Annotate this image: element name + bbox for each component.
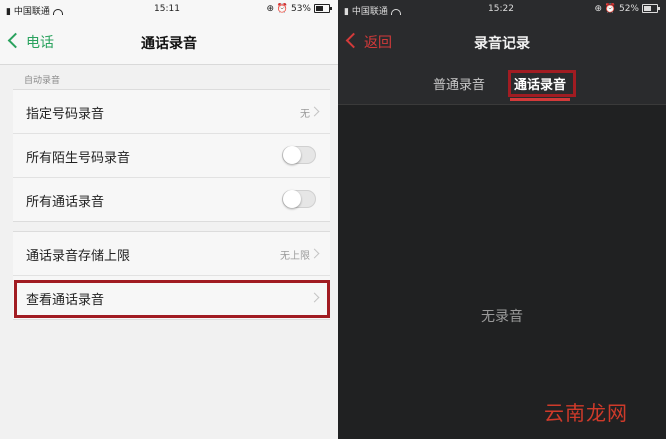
chevron-right-icon — [309, 106, 320, 117]
right-phone-screen: ▮ 中国联通 15:22 ⊕ ⏰ 52% 返回 录音记录 普通录音 通话录音 无… — [338, 0, 666, 439]
wifi-icon — [390, 8, 401, 15]
wifi-icon — [52, 8, 63, 15]
alarm-icon: ⏰ — [276, 4, 289, 14]
stranger-number-record-row: 所有陌生号码录音 — [13, 134, 330, 178]
section-label: 自动录音 — [24, 76, 61, 86]
carrier-label: 中国联通 — [13, 7, 50, 17]
row-label: 所有通话录音 — [26, 195, 105, 210]
signal-carrier: ▮ 中国联通 — [6, 4, 63, 17]
row-label: 指定号码录音 — [26, 107, 105, 122]
empty-state-text: 无录音 — [481, 309, 523, 325]
battery-icon — [314, 4, 332, 13]
status-time: 15:11 — [154, 4, 180, 14]
auto-record-group: 指定号码录音 无 所有陌生号码录音 所有通话录音 — [13, 89, 330, 222]
row-value: 无 — [300, 109, 310, 120]
alarm-icon: ⏰ — [604, 4, 617, 14]
status-bar: ▮ 中国联通 15:22 ⊕ ⏰ 52% — [338, 0, 666, 20]
nav-bar: 返回 录音记录 — [338, 20, 666, 64]
row-value: 无上限 — [280, 251, 310, 262]
all-calls-record-row: 所有通话录音 — [13, 178, 330, 221]
toggle-knob — [283, 146, 301, 164]
nav-bar: 电话 通话录音 — [0, 20, 338, 65]
battery-percent: 52% — [618, 4, 639, 14]
active-tab-indicator — [510, 98, 570, 101]
status-right: ⊕ ⏰ 53% — [266, 4, 332, 14]
signal-carrier: ▮ 中国联通 — [344, 4, 401, 17]
page-title: 通话录音 — [141, 36, 197, 52]
page-title: 录音记录 — [474, 36, 530, 52]
status-bar: ▮ 中国联通 15:11 ⊕ ⏰ 53% — [0, 0, 338, 20]
toggle-knob — [283, 190, 301, 208]
lock-rotation-icon: ⊕ — [594, 4, 603, 14]
tab-bar: 普通录音 通话录音 — [338, 64, 666, 105]
all-calls-record-toggle[interactable] — [282, 190, 316, 208]
signal-icon: ▮ — [344, 7, 349, 17]
chevron-right-icon — [309, 248, 320, 259]
watermark: 云南龙网 — [544, 401, 628, 425]
tab-normal-recordings[interactable]: 普通录音 — [433, 74, 485, 93]
carrier-label: 中国联通 — [351, 7, 388, 17]
storage-limit-row[interactable]: 通话录音存储上限 无上限 — [13, 232, 330, 276]
lock-rotation-icon: ⊕ — [266, 4, 275, 14]
status-right: ⊕ ⏰ 52% — [594, 4, 660, 14]
row-label: 通话录音存储上限 — [26, 249, 131, 264]
row-label: 所有陌生号码录音 — [26, 151, 131, 166]
stranger-record-toggle[interactable] — [282, 146, 316, 164]
status-time: 15:22 — [488, 4, 514, 14]
battery-icon — [642, 4, 660, 13]
highlight-box — [14, 280, 330, 318]
highlight-box — [508, 70, 576, 97]
specified-number-record-row[interactable]: 指定号码录音 无 — [13, 90, 330, 134]
signal-icon: ▮ — [6, 7, 11, 17]
left-phone-screen: ▮ 中国联通 15:11 ⊕ ⏰ 53% 电话 通话录音 自动录音 指定号码录音… — [0, 0, 338, 439]
battery-percent: 53% — [290, 4, 311, 14]
